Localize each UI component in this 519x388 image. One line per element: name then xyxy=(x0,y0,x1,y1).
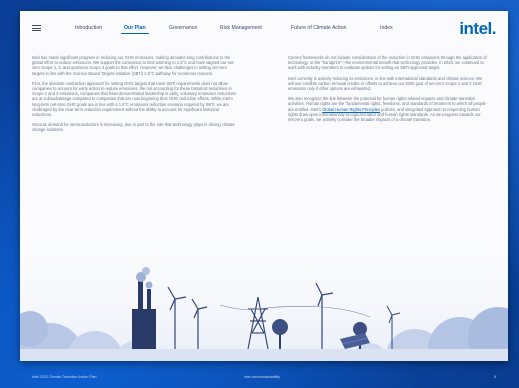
paragraph: Current frameworks do not include consid… xyxy=(288,55,487,71)
document-footer: Intel 2023 Climate Transition Action Pla… xyxy=(20,373,508,381)
nav-future-of-climate-action[interactable]: Future of Climate Action xyxy=(291,25,346,31)
climate-illustration xyxy=(20,209,508,361)
nav-index[interactable]: Index xyxy=(380,25,393,31)
document-page: Introduction Our Plan Governance Risk Ma… xyxy=(20,11,508,361)
paragraph: First, the absolute contraction approach… xyxy=(32,80,237,118)
right-column: Current frameworks do not include consid… xyxy=(288,55,488,127)
nav-introduction[interactable]: Introduction xyxy=(75,25,102,31)
menu-icon[interactable] xyxy=(32,25,41,31)
paragraph: Intel currently is actively reducing its… xyxy=(288,75,483,92)
nav-governance[interactable]: Governance xyxy=(169,25,197,31)
footer-url[interactable]: intel.com/sustainability xyxy=(244,375,280,379)
paragraph: Second, demand for semiconductors is inc… xyxy=(32,122,235,133)
footer-page-number: 8 xyxy=(494,375,496,379)
intel-logo[interactable]: intel. xyxy=(459,19,496,39)
top-navigation: Introduction Our Plan Governance Risk Ma… xyxy=(20,11,508,43)
left-column: Intel has made significant progress in r… xyxy=(32,55,240,138)
footer-report-title: Intel 2023 Climate Transition Action Pla… xyxy=(32,375,97,379)
paragraph: Intel has made significant progress in r… xyxy=(32,55,235,76)
nav-risk-management[interactable]: Risk Management xyxy=(220,25,262,31)
nav-our-plan[interactable]: Our Plan xyxy=(121,25,149,34)
ground xyxy=(20,349,508,361)
paragraph: We also recognize the link between the p… xyxy=(288,96,488,122)
